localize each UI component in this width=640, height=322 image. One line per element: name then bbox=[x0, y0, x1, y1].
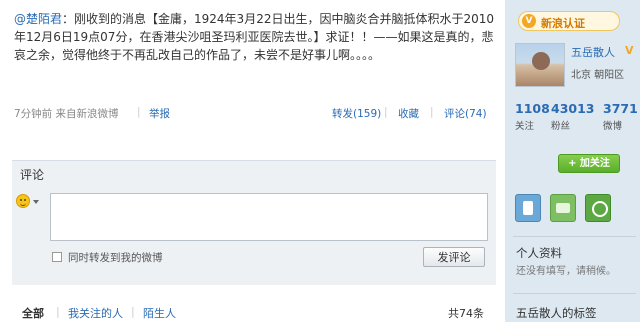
stat-following[interactable]: 1108 关注 bbox=[515, 101, 550, 132]
post-author-link[interactable]: @楚陌君 bbox=[14, 12, 62, 26]
stat-following-count: 1108 bbox=[515, 101, 550, 116]
user-stats: 1108 关注 43013 粉丝 3771 微博 bbox=[515, 101, 640, 133]
comment-link[interactable]: 评论(74) bbox=[444, 106, 487, 121]
tags-section-title: 五岳散人的标签 bbox=[516, 306, 597, 320]
phone-icon[interactable] bbox=[515, 194, 541, 222]
post-source: 7分钟前 来自新浪微博 bbox=[14, 108, 119, 120]
chevron-down-icon[interactable] bbox=[33, 200, 39, 204]
verified-mark-icon: V bbox=[625, 44, 634, 57]
stat-followers[interactable]: 43013 粉丝 bbox=[551, 101, 595, 132]
user-location: 北京 朝阳区 bbox=[571, 70, 625, 81]
sidebar-divider bbox=[513, 293, 636, 294]
comment-input[interactable] bbox=[50, 193, 488, 241]
meta-divider: | bbox=[384, 106, 388, 118]
filter-divider: | bbox=[56, 305, 60, 318]
stat-posts[interactable]: 3771 微博 bbox=[603, 101, 638, 132]
comment-total: 共74条 bbox=[448, 307, 484, 320]
verified-badge: V 新浪认证 bbox=[518, 11, 620, 31]
profile-sidebar: V 新浪认证 五岳散人 V 北京 朝阳区 1108 关注 43013 粉丝 37… bbox=[505, 0, 640, 322]
comment-box-title: 评论 bbox=[20, 168, 45, 182]
stat-posts-count: 3771 bbox=[603, 101, 638, 116]
post-meta: 7分钟前 来自新浪微博 | 举报 转发(159) | 收藏 | 评论(74) bbox=[14, 106, 490, 122]
smiley-icon[interactable] bbox=[16, 194, 30, 208]
twitter-icon[interactable] bbox=[585, 194, 611, 222]
verified-v-icon: V bbox=[522, 14, 536, 28]
stat-followers-count: 43013 bbox=[551, 101, 595, 116]
post-content: @楚陌君：刚收到的消息【金庸，1924年3月22日出生，因中脑炎合并脑抵体积水于… bbox=[14, 10, 494, 64]
post-text: ：刚收到的消息【金庸，1924年3月22日出生，因中脑炎合并脑抵体积水于2010… bbox=[14, 12, 495, 62]
meta-divider: | bbox=[430, 106, 434, 118]
weibo-main-column: @楚陌君：刚收到的消息【金庸，1924年3月22日出生，因中脑炎合并脑抵体积水于… bbox=[0, 0, 503, 322]
filter-tab-following[interactable]: 我关注的人 bbox=[68, 305, 123, 321]
profile-section-title: 个人资料 bbox=[516, 246, 562, 260]
verified-badge-label: 新浪认证 bbox=[541, 17, 585, 30]
comment-filter-bar: 全部 | 我关注的人 | 陌生人 共74条 bbox=[12, 301, 496, 322]
user-name-link[interactable]: 五岳散人 bbox=[571, 44, 615, 60]
stat-followers-label: 粉丝 bbox=[551, 121, 571, 132]
follow-button[interactable]: + 加关注 bbox=[558, 154, 620, 173]
submit-comment-button[interactable]: 发评论 bbox=[423, 247, 485, 267]
stat-following-label: 关注 bbox=[515, 121, 535, 132]
sidebar-divider bbox=[513, 236, 636, 237]
filter-divider: | bbox=[131, 305, 135, 318]
report-link[interactable]: 举报 bbox=[149, 106, 170, 121]
stat-posts-label: 微博 bbox=[603, 121, 623, 132]
also-forward-label: 同时转发到我的微博 bbox=[68, 252, 163, 264]
favorite-link[interactable]: 收藏 bbox=[398, 106, 419, 121]
filter-tab-all[interactable]: 全部 bbox=[22, 305, 44, 321]
filter-tab-strangers[interactable]: 陌生人 bbox=[143, 305, 176, 321]
client-icons bbox=[515, 194, 640, 226]
meta-divider: | bbox=[137, 106, 141, 118]
comment-box: 评论 同时转发到我的微博 发评论 bbox=[12, 160, 496, 285]
avatar[interactable] bbox=[515, 43, 565, 87]
also-forward-checkbox[interactable] bbox=[52, 252, 62, 262]
profile-section-text: 还没有填写，请稍候。 bbox=[516, 266, 616, 277]
desktop-icon[interactable] bbox=[550, 194, 576, 222]
forward-link[interactable]: 转发(159) bbox=[332, 106, 381, 121]
